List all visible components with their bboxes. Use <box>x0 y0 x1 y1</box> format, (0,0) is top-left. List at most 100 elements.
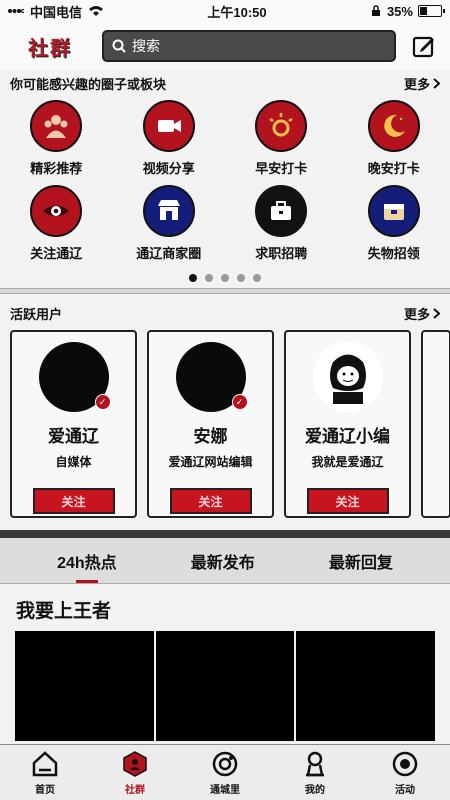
sun-icon <box>255 100 308 152</box>
section-title: 活跃用户 <box>10 306 63 322</box>
user-icon <box>306 751 324 777</box>
page-dot[interactable] <box>221 274 229 282</box>
nav-label: 首页 <box>35 785 55 796</box>
nav-profile[interactable]: 我的 <box>285 749 345 796</box>
circle-item[interactable]: 失物招领 <box>338 185 450 262</box>
circle-label: 失物招领 <box>367 246 420 261</box>
tab-latest-replies[interactable]: 最新回复 <box>323 539 399 583</box>
tab-24h-hot[interactable]: 24h热点 <box>51 539 123 583</box>
feed-tabs: 24h热点 最新发布 最新回复 <box>0 538 450 584</box>
user-desc: 自媒体 <box>55 455 92 469</box>
user-name: 安娜 <box>193 427 228 446</box>
nav-activity[interactable]: 活动 <box>375 749 435 796</box>
search-placeholder: 搜索 <box>132 38 160 54</box>
page-indicator <box>0 274 450 282</box>
user-card[interactable]: ✓ 爱通辽 自媒体 关注 <box>10 330 137 518</box>
circle-label: 晚安打卡 <box>367 161 420 176</box>
user-card[interactable]: ✓ 安娜 爱通辽网站编辑 关注 <box>147 330 274 518</box>
user-desc: 爱通辽网站编辑 <box>168 455 253 469</box>
interest-header: 你可能感兴趣的圈子或板块 更多 <box>0 70 450 96</box>
tab-latest-posts[interactable]: 最新发布 <box>185 539 261 583</box>
page-dot[interactable] <box>253 274 261 282</box>
briefcase-icon <box>255 185 308 237</box>
post-image[interactable] <box>15 631 154 741</box>
users-header: 活跃用户 更多 <box>0 300 450 326</box>
circle-label: 精彩推荐 <box>30 161 83 176</box>
avatar <box>312 342 383 412</box>
shop-icon <box>142 185 195 237</box>
community-icon <box>123 751 147 777</box>
activity-icon <box>392 751 418 777</box>
battery-icon <box>417 5 445 17</box>
chevron-right-icon <box>433 307 440 319</box>
post-image[interactable] <box>296 631 436 741</box>
circle-item[interactable]: 早安打卡 <box>225 100 338 177</box>
circle-item[interactable]: 精彩推荐 <box>0 100 113 177</box>
page-dot[interactable] <box>237 274 245 282</box>
circle-item[interactable]: 关注通辽 <box>0 185 113 262</box>
box-icon <box>367 185 420 237</box>
video-camera-icon <box>142 100 195 152</box>
verified-icon: ✓ <box>231 394 248 410</box>
circle-item[interactable]: 晚安打卡 <box>338 100 450 177</box>
circle-label: 通辽商家圈 <box>136 246 202 261</box>
circle-item[interactable]: 视频分享 <box>113 100 226 177</box>
page-dot[interactable] <box>189 274 197 282</box>
moon-icon <box>367 100 420 152</box>
circle-item[interactable]: 通辽商家圈 <box>113 185 226 262</box>
user-card[interactable] <box>421 330 450 518</box>
post-images[interactable] <box>0 631 450 741</box>
nav-city[interactable]: 通城里 <box>195 749 255 796</box>
edit-icon <box>412 36 434 58</box>
nav-label: 社群 <box>125 785 145 796</box>
user-desc: 我就是爱通辽 <box>311 455 384 469</box>
verified-icon: ✓ <box>94 394 111 410</box>
status-bar: 中国电信 上午10:50 35% <box>0 0 450 22</box>
nav-community[interactable]: 社群 <box>105 749 165 796</box>
circle-label: 早安打卡 <box>255 161 308 176</box>
circle-label: 关注通辽 <box>30 246 83 261</box>
wifi-icon <box>89 6 104 16</box>
avatar: ✓ <box>38 342 111 412</box>
nav-home[interactable]: 首页 <box>15 749 75 796</box>
divider <box>0 530 450 538</box>
follow-button[interactable]: 关注 <box>169 488 252 514</box>
post-image[interactable] <box>155 631 295 741</box>
avatar: ✓ <box>175 342 248 412</box>
city-icon <box>212 751 238 777</box>
bottom-nav: 首页 社群 通城里 我的 活动 <box>0 744 450 800</box>
user-card[interactable]: 爱通辽小编 我就是爱通辽 关注 <box>284 330 411 518</box>
follow-button[interactable]: 关注 <box>306 488 389 514</box>
user-list: ✓ 爱通辽 自媒体 关注 ✓ 安娜 爱通辽网站编辑 关注 爱通辽小编 我就是爱通… <box>0 326 450 518</box>
search-icon <box>112 39 126 53</box>
page-dot[interactable] <box>205 274 213 282</box>
circle-item[interactable]: 求职招聘 <box>225 185 338 262</box>
people-icon <box>30 100 83 152</box>
user-name: 爱通辽小编 <box>305 427 390 446</box>
divider <box>0 288 450 294</box>
more-link[interactable]: 更多 <box>404 304 440 323</box>
compose-button[interactable] <box>410 32 438 60</box>
header: 社群 搜索 <box>0 22 450 70</box>
nav-label: 活动 <box>395 785 415 796</box>
follow-button[interactable]: 关注 <box>32 488 115 514</box>
circle-label: 求职招聘 <box>255 246 308 261</box>
home-icon <box>32 751 58 777</box>
meme-face-icon <box>329 354 366 404</box>
post-title[interactable]: 我要上王者 <box>0 584 450 631</box>
clock: 上午10:50 <box>207 4 267 20</box>
interest-grid: 精彩推荐 视频分享 早安打卡 晚安打卡 关注通辽 通辽商家圈 求职招聘 失物招领 <box>0 100 450 262</box>
circle-label: 视频分享 <box>142 161 195 176</box>
search-input[interactable]: 搜索 <box>102 30 396 62</box>
more-link[interactable]: 更多 <box>404 74 440 93</box>
eye-icon <box>30 185 83 237</box>
section-title: 你可能感兴趣的圈子或板块 <box>10 76 167 92</box>
nav-label: 通城里 <box>210 785 240 796</box>
orientation-lock-icon <box>371 5 380 16</box>
user-name: 爱通辽 <box>48 427 99 446</box>
carrier-name: 中国电信 <box>30 4 83 20</box>
battery-percent: 35% <box>386 3 413 19</box>
nav-label: 我的 <box>305 785 325 796</box>
chevron-right-icon <box>433 77 440 89</box>
signal-icon <box>8 9 24 13</box>
